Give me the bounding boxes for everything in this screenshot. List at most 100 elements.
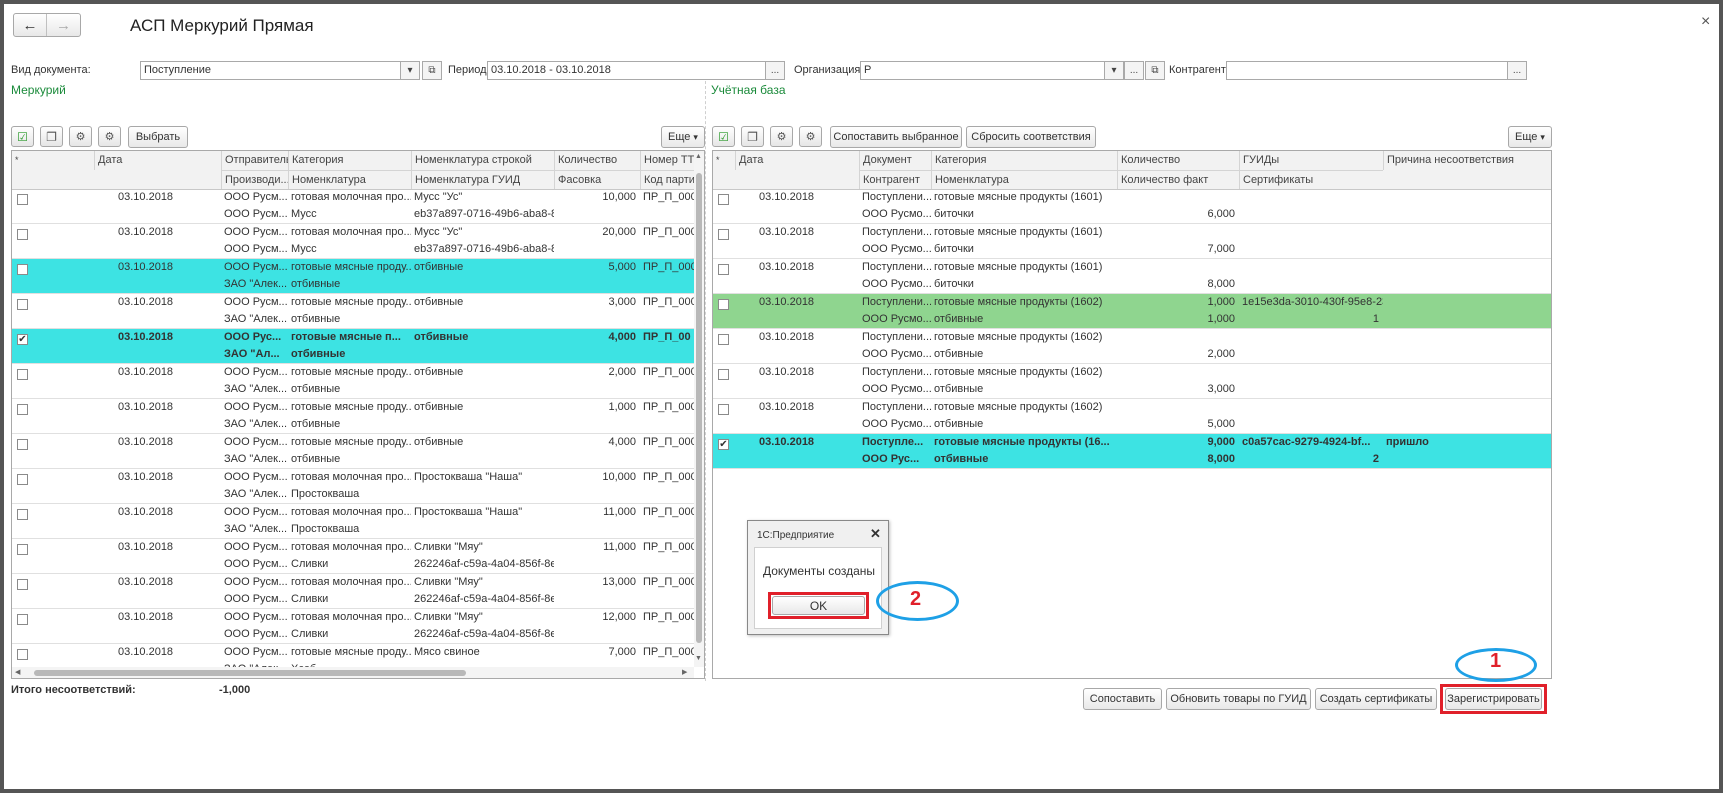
col-qty-fact[interactable]: Количество факт bbox=[1117, 170, 1239, 189]
right-find-button[interactable]: ⚙ bbox=[770, 126, 793, 147]
org-field[interactable]: Р bbox=[860, 61, 1105, 80]
row-checkbox[interactable] bbox=[718, 369, 729, 380]
period-select-button[interactable]: ... bbox=[765, 61, 785, 80]
table-row[interactable]: 03.10.2018 ООО Русм... готовая молочная пр… bbox=[12, 574, 694, 609]
period-field[interactable]: 03.10.2018 - 03.10.2018 bbox=[487, 61, 766, 80]
table-row[interactable]: 03.10.2018 Поступлени... готовые мясные пр… bbox=[713, 294, 1551, 329]
close-icon[interactable]: × bbox=[1701, 13, 1710, 31]
table-row[interactable]: 03.10.2018 ООО Русм... готовая молочная пр… bbox=[12, 469, 694, 504]
row-checkbox[interactable] bbox=[17, 264, 28, 275]
left-check-all-button[interactable]: ☑ bbox=[11, 126, 34, 147]
row-checkbox[interactable]: ✔ bbox=[718, 439, 729, 450]
left-vertical-scrollbar[interactable]: ▲ ▼ bbox=[694, 153, 704, 667]
back-button[interactable]: ← bbox=[14, 14, 47, 36]
col-qty[interactable]: Количество bbox=[554, 151, 640, 170]
table-row[interactable]: 03.10.2018 Поступлени... готовые мясные пр… bbox=[713, 190, 1551, 224]
panel-splitter[interactable] bbox=[705, 81, 706, 681]
table-row[interactable]: 03.10.2018 ООО Русм... готовые мясные прод… bbox=[12, 259, 694, 294]
col-mark[interactable]: * bbox=[713, 151, 735, 170]
register-button[interactable]: Зарегистрировать bbox=[1445, 688, 1542, 710]
col-pack[interactable]: Фасовка bbox=[554, 170, 640, 189]
table-row[interactable]: 03.10.2018 ООО Русм... готовые мясные прод… bbox=[12, 434, 694, 469]
row-checkbox[interactable] bbox=[17, 369, 28, 380]
reset-match-button[interactable]: Сбросить соответствия bbox=[966, 126, 1096, 148]
col-document[interactable]: Документ bbox=[859, 151, 931, 170]
table-row[interactable]: 03.10.2018 ООО Русм... готовые мясные прод… bbox=[12, 364, 694, 399]
col-sender[interactable]: Отправитель bbox=[221, 151, 288, 170]
table-row[interactable]: 03.10.2018 Поступлени... готовые мясные пр… bbox=[713, 259, 1551, 294]
contractor-field[interactable] bbox=[1226, 61, 1508, 80]
right-check-all-button[interactable]: ☑ bbox=[712, 126, 735, 147]
table-row[interactable]: 03.10.2018 Поступлени... готовые мясные пр… bbox=[713, 224, 1551, 259]
row-checkbox[interactable] bbox=[17, 614, 28, 625]
table-row[interactable]: 03.10.2018 Поступлени... готовые мясные пр… bbox=[713, 399, 1551, 434]
row-checkbox[interactable] bbox=[718, 264, 729, 275]
left-find-button[interactable]: ⚙ bbox=[69, 126, 92, 147]
table-row[interactable]: 03.10.2018 ООО Русм... готовые мясные прод… bbox=[12, 644, 694, 668]
right-copy-button[interactable]: ❐ bbox=[741, 126, 764, 147]
row-checkbox[interactable] bbox=[17, 299, 28, 310]
col-category[interactable]: Категория bbox=[288, 151, 411, 170]
col-nom-str[interactable]: Номенклатура строкой bbox=[411, 151, 554, 170]
col-contractor[interactable]: Контрагент bbox=[859, 170, 931, 189]
table-row[interactable]: 03.10.2018 ООО Русм... готовая молочная пр… bbox=[12, 539, 694, 574]
contractor-select-button[interactable]: ... bbox=[1507, 61, 1527, 80]
table-row[interactable]: 03.10.2018 ООО Русм... готовые мясные прод… bbox=[12, 399, 694, 434]
row-checkbox[interactable] bbox=[17, 194, 28, 205]
row-checkbox[interactable] bbox=[718, 229, 729, 240]
org-select-button[interactable]: ... bbox=[1124, 61, 1144, 80]
col-mark[interactable]: * bbox=[12, 151, 94, 170]
row-checkbox[interactable] bbox=[17, 439, 28, 450]
col-producer[interactable]: Производи... bbox=[221, 170, 288, 189]
left-horizontal-scrollbar[interactable]: ◀ ▶ bbox=[12, 667, 694, 678]
scroll-up-arrow[interactable]: ▲ bbox=[695, 153, 702, 160]
doc-type-field[interactable]: Поступление bbox=[140, 61, 402, 80]
table-row[interactable]: 03.10.2018 ООО Русм... готовая молочная пр… bbox=[12, 224, 694, 259]
row-checkbox[interactable] bbox=[718, 334, 729, 345]
row-checkbox[interactable] bbox=[17, 404, 28, 415]
forward-button[interactable]: → bbox=[47, 14, 80, 36]
col-guids[interactable]: ГУИДы bbox=[1239, 151, 1383, 170]
row-checkbox[interactable] bbox=[718, 299, 729, 310]
row-checkbox[interactable] bbox=[17, 579, 28, 590]
left-horizontal-scroll-thumb[interactable] bbox=[34, 670, 466, 676]
table-row[interactable]: 03.10.2018 ООО Русм... готовая молочная пр… bbox=[12, 504, 694, 539]
row-checkbox[interactable]: ✔ bbox=[17, 334, 28, 345]
scroll-down-arrow[interactable]: ▼ bbox=[695, 655, 702, 662]
match-selected-button[interactable]: Сопоставить выбранное bbox=[830, 126, 962, 148]
col-date[interactable]: Дата bbox=[94, 151, 221, 170]
doc-type-dropdown-button[interactable]: ▾ bbox=[400, 61, 420, 80]
doc-type-open-button[interactable]: ⧉ bbox=[422, 61, 442, 80]
table-row[interactable]: 03.10.2018 ООО Русм... готовая молочная пр… bbox=[12, 190, 694, 224]
table-row[interactable]: 03.10.2018 ООО Русм... готовая молочная пр… bbox=[12, 609, 694, 644]
scroll-left-arrow[interactable]: ◀ bbox=[15, 668, 20, 676]
col-nom-guid[interactable]: Номенклатура ГУИД bbox=[411, 170, 554, 189]
col-nomenclature[interactable]: Номенклатура bbox=[288, 170, 411, 189]
row-checkbox[interactable] bbox=[718, 194, 729, 205]
row-checkbox[interactable] bbox=[17, 544, 28, 555]
select-button[interactable]: Выбрать bbox=[128, 126, 188, 148]
table-row[interactable]: 03.10.2018 Поступлени... готовые мясные пр… bbox=[713, 329, 1551, 364]
row-checkbox[interactable] bbox=[718, 404, 729, 415]
dialog-close-icon[interactable]: ✕ bbox=[870, 526, 881, 542]
left-vertical-scroll-thumb[interactable] bbox=[696, 173, 702, 643]
match-button[interactable]: Сопоставить bbox=[1083, 688, 1162, 710]
scroll-right-arrow[interactable]: ▶ bbox=[682, 668, 687, 676]
org-dropdown-button[interactable]: ▾ bbox=[1104, 61, 1124, 80]
col-nomenclature[interactable]: Номенклатура bbox=[931, 170, 1117, 189]
org-open-button[interactable]: ⧉ bbox=[1145, 61, 1165, 80]
create-certificates-button[interactable]: Создать сертификаты bbox=[1315, 688, 1437, 710]
row-checkbox[interactable] bbox=[17, 649, 28, 660]
col-qty[interactable]: Количество bbox=[1117, 151, 1239, 170]
col-date[interactable]: Дата bbox=[735, 151, 859, 170]
table-row[interactable]: 03.10.2018 ООО Русм... готовые мясные прод… bbox=[12, 294, 694, 329]
col-num-tt[interactable]: Номер ТТ bbox=[640, 151, 694, 170]
left-settings-button[interactable]: ⚙ bbox=[98, 126, 121, 147]
col-category[interactable]: Категория bbox=[931, 151, 1117, 170]
left-copy-button[interactable]: ❐ bbox=[40, 126, 63, 147]
col-reason[interactable]: Причина несоответствия bbox=[1383, 151, 1551, 170]
table-row[interactable]: ✔ 03.10.2018 Поступле... готовые мясные про… bbox=[713, 434, 1551, 469]
row-checkbox[interactable] bbox=[17, 229, 28, 240]
col-certs[interactable]: Сертификаты bbox=[1239, 170, 1383, 189]
right-settings-button[interactable]: ⚙ bbox=[799, 126, 822, 147]
